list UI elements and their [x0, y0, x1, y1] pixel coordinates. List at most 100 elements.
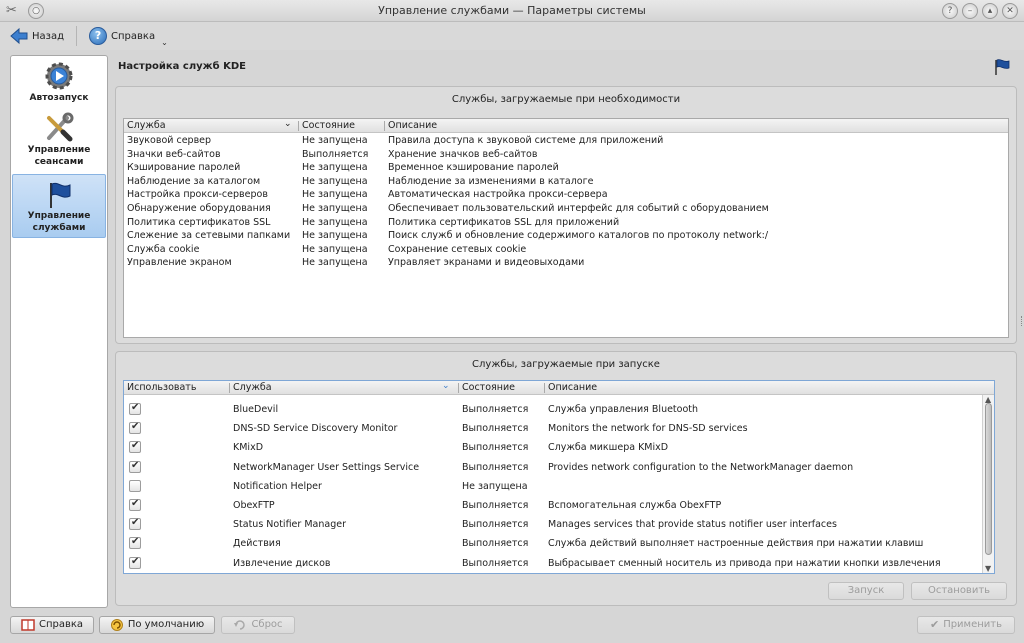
on-demand-services-group: Службы, загружаемые при необходимости Сл… — [115, 86, 1017, 344]
defaults-label: По умолчанию — [127, 619, 205, 630]
module-sidebar: Автозапуск Управление сеансами Управлени… — [10, 55, 108, 608]
cell-description: Служба действий выполняет настроенные де… — [548, 538, 924, 550]
startup-services-group: Службы, загружаемые при запуске Использо… — [115, 351, 1017, 606]
apply-label: Применить — [943, 619, 1003, 630]
table-row[interactable]: DNS-SD Service Discovery Monitor Выполняе… — [124, 420, 994, 439]
maximize-button[interactable]: ▴ — [982, 3, 998, 19]
checkmark-icon: ✔ — [929, 618, 940, 631]
cell-state: Не запущена — [302, 203, 368, 214]
cell-service: Кэширование паролей — [127, 162, 241, 174]
table-row[interactable]: Служба cookie Не запущена Сохранение сетев… — [124, 244, 1008, 257]
startup-services-list[interactable]: Использовать Служба ⌄ Состояние Описание… — [123, 380, 995, 574]
help-book-icon — [21, 619, 35, 631]
sidebar-item-service-management[interactable]: Управление службами — [12, 174, 106, 238]
cell-service: NetworkManager User Settings Service — [233, 461, 420, 473]
table-row[interactable]: Извлечение дисков Выполняется Выбрасывает … — [124, 555, 994, 574]
cell-service: Действия — [233, 538, 281, 550]
use-checkbox[interactable] — [129, 556, 141, 569]
cell-service: Политика сертификатов SSL — [127, 216, 271, 228]
back-arrow-icon — [10, 27, 28, 45]
cell-description: Наблюдение за изменениями в каталоге — [388, 175, 594, 187]
apply-button[interactable]: ✔ Применить — [917, 616, 1015, 634]
cell-service: DNS-SD Service Discovery Monitor — [233, 423, 398, 435]
table-row[interactable]: Действия Выполняется Служба действий выпол… — [124, 535, 994, 554]
table-row[interactable]: Слежение за сетевыми папками Не запущена П… — [124, 230, 1008, 243]
cell-description: Временное кэширование паролей — [388, 162, 559, 174]
stop-service-button[interactable]: Остановить — [911, 582, 1007, 600]
vertical-scrollbar[interactable]: ▲ ▼ — [982, 395, 994, 573]
scrollbar-thumb[interactable] — [985, 403, 992, 555]
back-button[interactable]: Назад — [6, 25, 68, 47]
table-row[interactable]: Notification Helper Не запущена — [124, 478, 994, 497]
table-row[interactable]: Status Notifier Manager Выполняется Manage… — [124, 516, 994, 535]
cell-state: Выполняется — [302, 148, 369, 160]
defaults-button[interactable]: По умолчанию — [99, 616, 215, 634]
table-row[interactable]: Значки веб-сайтов Выполняется Хранение зна… — [124, 149, 1008, 162]
reset-icon — [234, 620, 246, 630]
column-header-use[interactable]: Использовать — [124, 381, 229, 395]
table-row[interactable]: ObexFTP Выполняется Вспомогательная служба… — [124, 497, 994, 516]
use-checkbox[interactable] — [129, 536, 141, 550]
table-row[interactable]: Наблюдение за каталогом Не запущена Наблюд… — [124, 176, 1008, 189]
use-checkbox[interactable] — [129, 517, 141, 531]
resize-grip[interactable] — [1021, 316, 1023, 326]
window-title: Управление службами — Параметры системы — [378, 4, 646, 17]
group-title: Службы, загружаемые при необходимости — [451, 94, 681, 105]
use-checkbox[interactable] — [129, 479, 141, 492]
table-row[interactable]: Настройка прокси-серверов Не запущена Авто… — [124, 189, 1008, 202]
sort-indicator-icon: ⌄ — [442, 381, 450, 391]
sort-indicator-icon: ⌄ — [284, 119, 292, 129]
cell-description: Хранение значков веб-сайтов — [388, 148, 538, 160]
table-row[interactable]: Управление экраном Не запущена Управляет э… — [124, 257, 1008, 270]
chevron-down-icon: ⌄ — [161, 37, 168, 47]
cell-service: Notification Helper — [233, 480, 322, 492]
cell-description: Поиск служб и обновление содержимого кат… — [388, 230, 769, 242]
cell-service: Обнаружение оборудования — [127, 203, 271, 214]
cell-state: Выполняется — [462, 519, 529, 531]
cell-description: Сохранение сетевых cookie — [388, 243, 527, 255]
use-checkbox[interactable] — [129, 498, 141, 511]
use-checkbox[interactable] — [129, 460, 141, 473]
sidebar-item-autostart[interactable]: Автозапуск — [12, 60, 106, 110]
column-header-description[interactable]: Описание — [385, 119, 985, 133]
column-header-state[interactable]: Состояние — [459, 381, 545, 395]
table-row[interactable]: Кэширование паролей Не запущена Временное … — [124, 162, 1008, 175]
cell-state: Выполняется — [462, 538, 529, 550]
cell-state: Не запущена — [302, 162, 368, 174]
footer-help-button[interactable]: Справка — [10, 616, 94, 634]
column-header-description[interactable]: Описание — [545, 381, 975, 395]
sidebar-item-session-management[interactable]: Управление сеансами — [12, 112, 106, 170]
page-title: Настройка служб KDE — [118, 61, 246, 72]
flag-icon — [995, 59, 1010, 75]
cell-state: Выполняется — [462, 404, 529, 415]
scroll-down-icon[interactable]: ▼ — [985, 564, 991, 573]
table-row[interactable]: KMixD Выполняется Служба микшера KMixD — [124, 439, 994, 458]
use-checkbox[interactable] — [129, 440, 141, 454]
reset-label: Сброс — [251, 619, 283, 630]
table-row[interactable]: BlueDevil Выполняется Служба управления Bl… — [124, 401, 994, 420]
column-header-service[interactable]: Служба — [124, 119, 298, 133]
help-menu-button[interactable]: ? Справка ⌄ — [85, 25, 172, 47]
close-button[interactable]: ✕ — [1002, 3, 1018, 19]
cell-state: Выполняется — [462, 500, 529, 511]
sidebar-label: службами — [32, 223, 86, 233]
table-row[interactable]: Обнаружение оборудования Не запущена Обесп… — [124, 203, 1008, 216]
cell-state: Не запущена — [462, 480, 528, 492]
use-checkbox[interactable] — [129, 421, 141, 435]
cell-description: Служба управления Bluetooth — [548, 404, 699, 415]
column-header-state[interactable]: Состояние — [299, 119, 384, 133]
table-row[interactable]: NetworkManager User Settings Service Выпо… — [124, 459, 994, 478]
minimize-button[interactable]: – — [962, 3, 978, 19]
on-demand-services-list[interactable]: Служба ⌄ Состояние Описание Звуковой сер… — [123, 118, 1009, 338]
cell-service: BlueDevil — [233, 404, 279, 415]
start-service-button[interactable]: Запуск — [828, 582, 904, 600]
table-row[interactable]: Политика сертификатов SSL Не запущена Поли… — [124, 217, 1008, 230]
use-checkbox[interactable] — [129, 402, 141, 415]
column-header-service[interactable]: Служба — [230, 381, 460, 395]
window-titlebar: ✂ ○ Управление службами — Параметры сист… — [0, 0, 1024, 22]
table-row[interactable]: Звуковой сервер Не запущена Правила доступ… — [124, 135, 1008, 148]
reset-button[interactable]: Сброс — [221, 616, 295, 634]
cell-description: Monitors the network for DNS-SD services — [548, 423, 748, 435]
help-window-button[interactable]: ? — [942, 3, 958, 19]
list-header: Служба ⌄ Состояние Описание — [124, 119, 1008, 133]
